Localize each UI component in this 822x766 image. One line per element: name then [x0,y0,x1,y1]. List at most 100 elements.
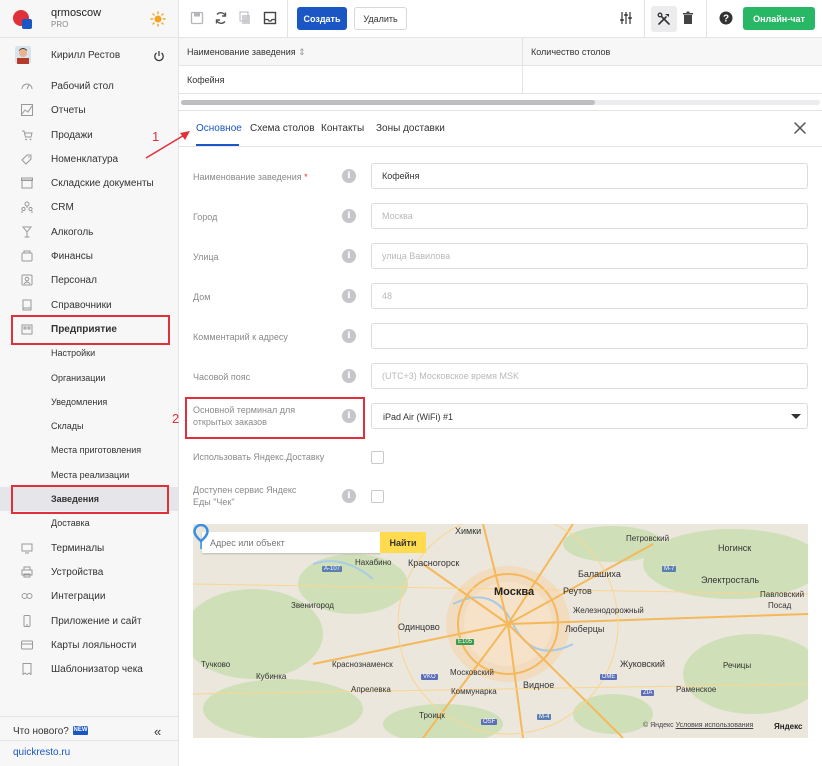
info-icon[interactable]: i [342,369,356,383]
tab-table-layout[interactable]: Схема столов [250,123,315,134]
map-find-button[interactable]: Найти [380,532,426,553]
map-label: Ногинск [718,543,752,553]
sidebar-subitem-sale-places[interactable]: Места реализации [0,463,179,487]
scrollbar-thumb[interactable] [181,100,595,105]
delete-button[interactable]: Удалить [354,7,407,30]
sidebar-item-alcohol[interactable]: Алкоголь [0,220,179,244]
info-icon[interactable]: i [342,249,356,263]
refresh-icon[interactable] [214,11,228,25]
online-chat-button[interactable]: Онлайн-чат [743,7,815,30]
sidebar-item-app-site[interactable]: Приложение и сайт [0,609,179,633]
sort-icon[interactable]: ⇕ [298,47,306,57]
info-icon[interactable]: i [342,489,356,503]
sidebar-subitem-organizations[interactable]: Организации [0,366,179,390]
main-terminal-select[interactable]: iPad Air (WiFi) #1 [371,403,808,429]
field-label-name: Наименование заведения * [193,172,308,182]
sidebar-item-label: Рабочий стол [51,81,114,92]
sidebar-subitem-warehouses[interactable]: Склады [0,414,179,438]
yandex-delivery-checkbox[interactable] [371,451,384,464]
brand-name[interactable]: qrmoscow [51,7,101,19]
map-label: Кубинка [256,672,287,681]
collapse-sidebar-icon[interactable]: « [154,724,161,739]
printer-icon [21,566,33,578]
address-comment-input[interactable] [371,323,808,349]
create-button[interactable]: Создать [297,7,347,30]
tab-delivery-zones[interactable]: Зоны доставки [376,123,445,134]
map-label: Одинцово [398,622,440,632]
map-label: Тучково [201,660,231,669]
whats-new-link[interactable]: Что нового? [13,726,69,737]
field-label-house: Дом [193,292,211,302]
location-map[interactable]: Найти Химки Петровский Нахабино Красного… [193,524,808,738]
sidebar-item-warehouse-docs[interactable]: Складские документы [0,171,179,195]
tools-toggle[interactable] [651,6,677,32]
sidebar-item-devices[interactable]: Устройства [0,560,179,584]
map-search-input[interactable] [202,532,380,553]
sidebar-subitem-delivery[interactable]: Доставка [0,511,179,535]
column-header-name[interactable]: Наименование заведения ⇕ [187,47,306,58]
wallet-icon [21,250,33,262]
sidebar-item-terminals[interactable]: Терминалы [0,536,179,560]
sidebar-item-dashboard[interactable]: Рабочий стол [0,74,179,98]
sidebar-item-finance[interactable]: Финансы [0,244,179,268]
person-icon [21,274,33,286]
info-icon[interactable]: i [342,289,356,303]
info-icon[interactable]: i [342,209,356,223]
highlight-venues [11,485,169,514]
sidebar-item-reports[interactable]: Отчеты [0,98,179,122]
sidebar-item-crm[interactable]: CRM [0,195,179,219]
sidebar-item-label: CRM [51,202,74,214]
sidebar: qrmoscow PRO Кирилл Рестов Рабочий стол … [0,0,179,766]
map-label: Звенигород [291,601,334,610]
sidebar-subitem-notifications[interactable]: Уведомления [0,390,179,414]
map-label: Видное [523,680,555,690]
site-link[interactable]: quickresto.ru [13,747,70,758]
new-badge: NEW [73,726,88,735]
user-profile[interactable]: Кирилл Рестов [0,44,179,68]
street-input[interactable] [371,243,808,269]
field-label-address-comment: Комментарий к адресу [193,332,288,342]
map-label: Петровский [626,534,670,543]
chevron-down-icon [791,414,801,419]
inbox-icon[interactable] [263,11,277,25]
venue-name-input[interactable] [371,163,808,189]
close-icon[interactable] [793,121,807,135]
sidebar-item-references[interactable]: Справочники [0,293,179,317]
city-input[interactable] [371,203,808,229]
column-header-tables[interactable]: Количество столов [531,47,610,57]
yandex-eda-checkbox[interactable] [371,490,384,503]
tab-contacts[interactable]: Контакты [321,123,364,134]
map-terms-link[interactable]: Условия использования [676,722,754,729]
horizontal-scrollbar[interactable] [181,100,820,105]
sidebar-item-loyalty-cards[interactable]: Карты лояльности [0,633,179,657]
sidebar-item-integrations[interactable]: Интеграции [0,584,179,608]
info-icon[interactable]: i [342,169,356,183]
map-copyright: © Яндекс Условия использования [643,722,754,729]
save-icon[interactable] [190,11,204,25]
filter-sliders-icon[interactable] [619,11,633,25]
sidebar-item-label: Уведомления [51,396,108,407]
annotation-arrow [145,131,190,159]
info-icon[interactable]: i [342,329,356,343]
map-label: Химки [455,526,482,536]
toolbar-separator [706,0,707,38]
venue-detail-panel: Основное Схема столов Контакты Зоны дост… [179,110,822,766]
house-input[interactable] [371,283,808,309]
map-label: Балашиха [578,569,621,579]
sun-icon[interactable] [150,11,166,27]
field-label-timezone: Часовой пояс [193,372,251,382]
avatar [15,46,31,64]
tab-main[interactable]: Основное [196,123,242,134]
trash-icon[interactable] [681,11,695,25]
sidebar-item-receipt-templates[interactable]: Шаблонизатор чека [0,657,179,681]
copy-icon[interactable] [238,11,252,25]
map-label: Речицы [723,661,752,670]
table-row[interactable]: Кофейня [179,66,822,94]
highlight-main-terminal [185,397,365,439]
timezone-input[interactable] [371,363,808,389]
help-icon[interactable]: ? [719,11,733,25]
sidebar-item-staff[interactable]: Персонал [0,268,179,292]
sidebar-subitem-cooking-places[interactable]: Места приготовления [0,438,179,462]
power-icon[interactable] [153,50,165,62]
highlight-enterprise [11,315,170,345]
